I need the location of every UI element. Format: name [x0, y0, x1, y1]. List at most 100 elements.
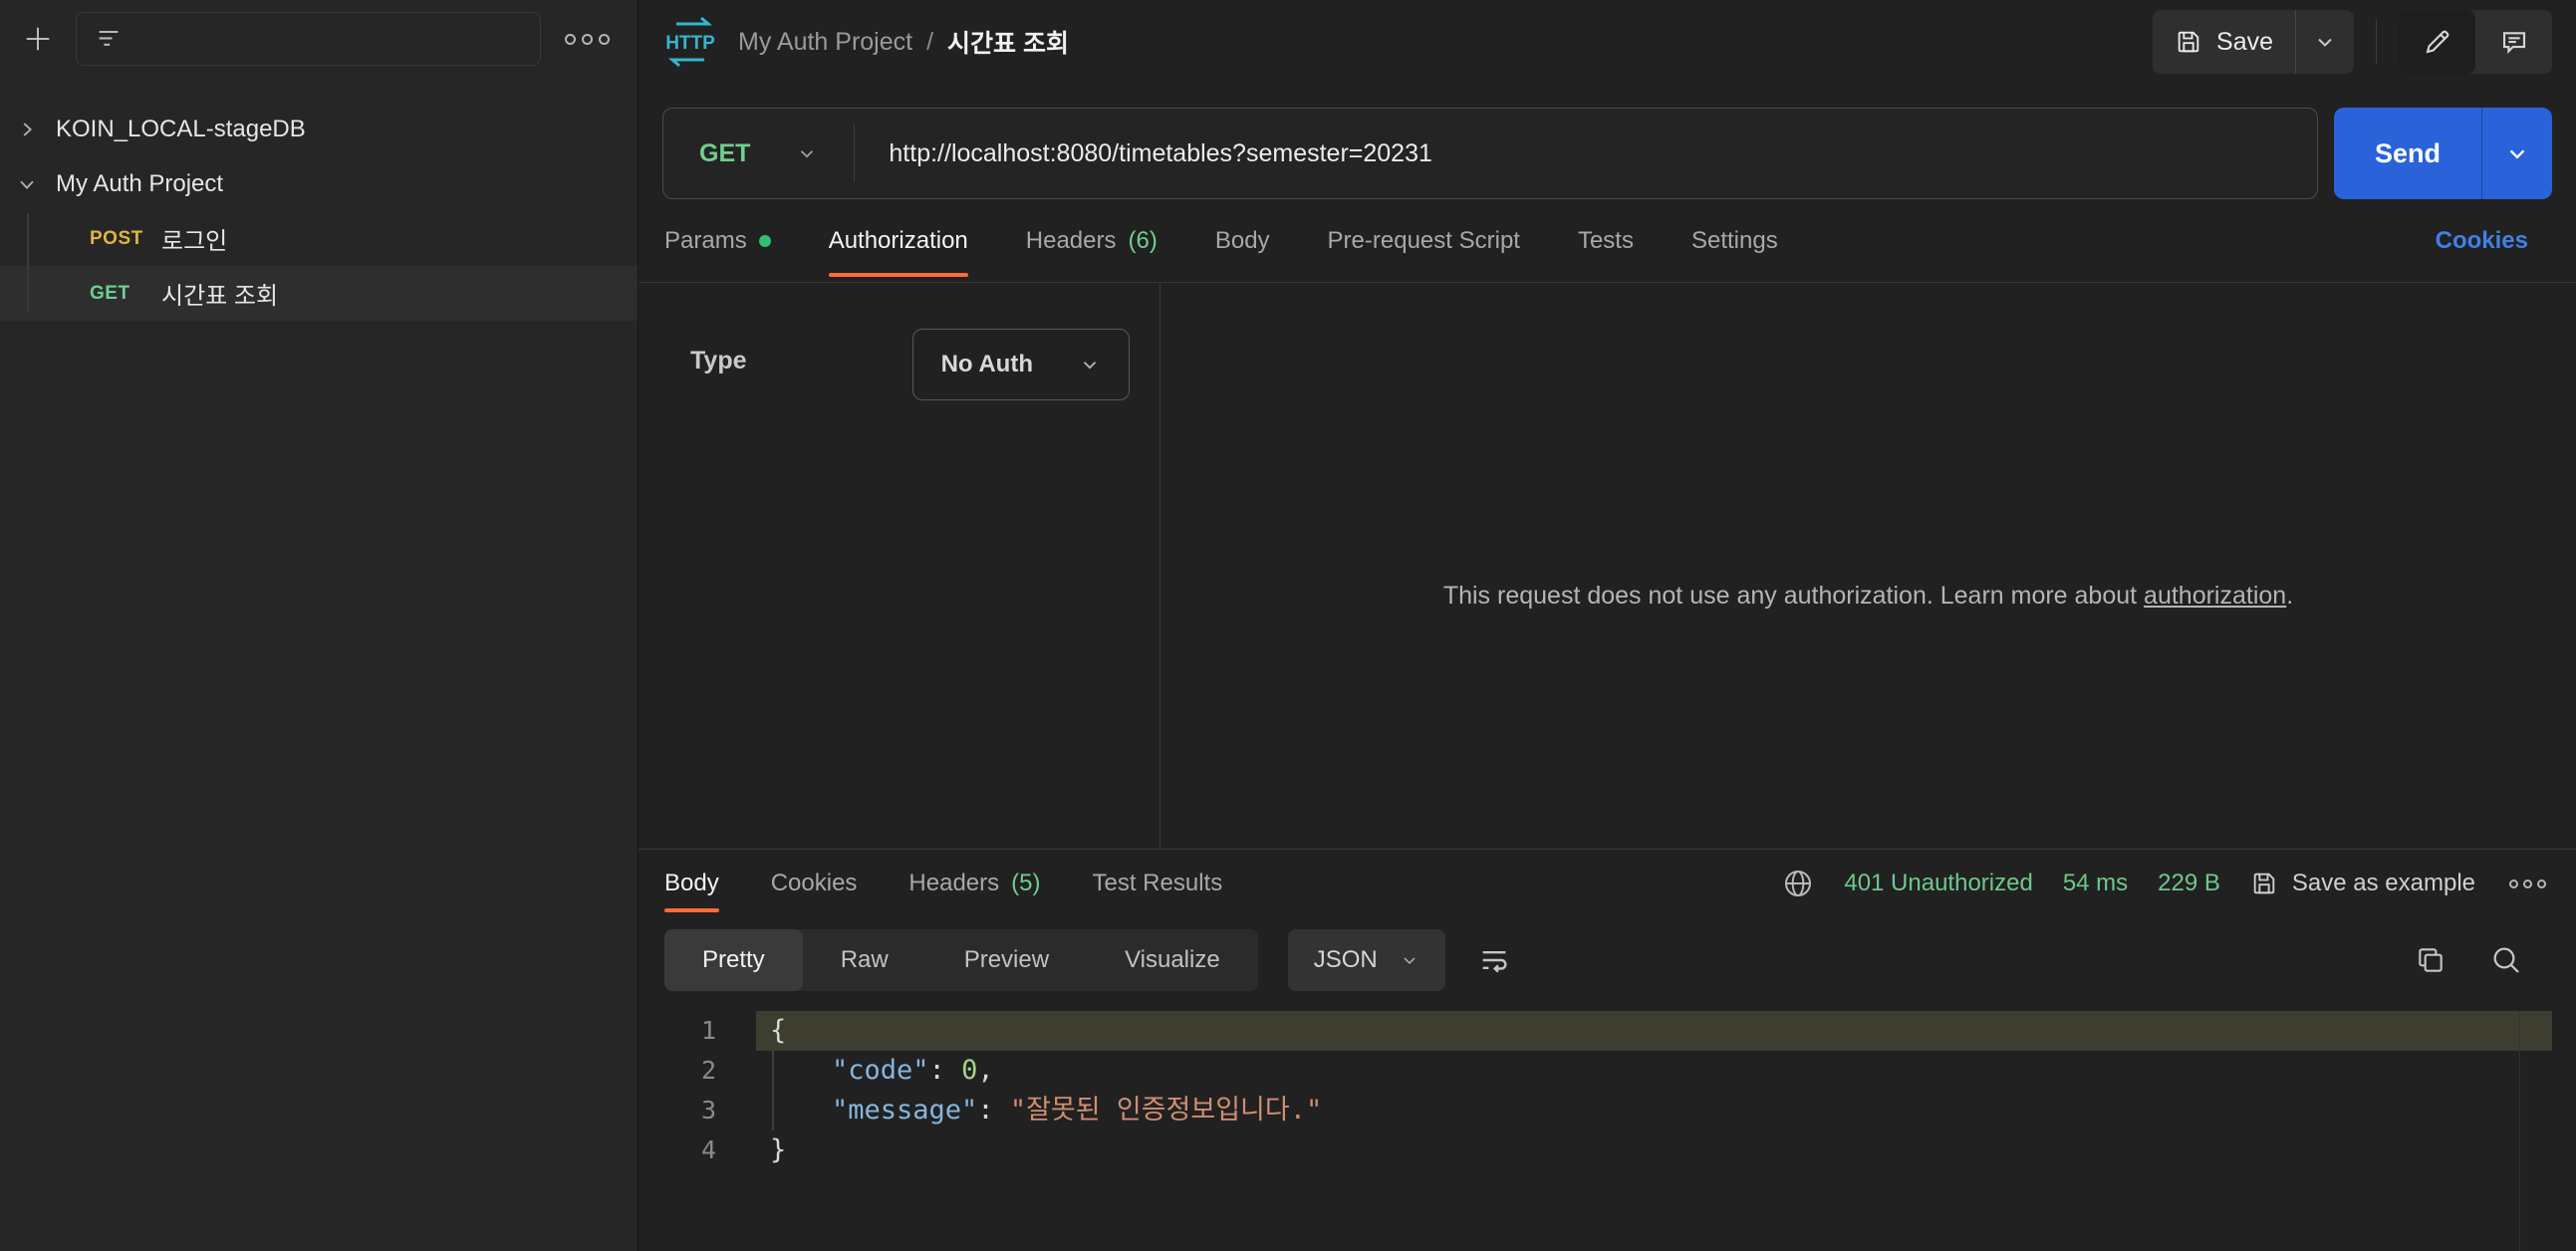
url-box: GET http://localhost:8080/timetables?sem…	[662, 108, 2318, 199]
tab-body[interactable]: Body	[1215, 199, 1270, 282]
tab-response-body[interactable]: Body	[664, 850, 719, 917]
wrap-lines-button[interactable]	[1477, 943, 1511, 977]
response-more-button[interactable]	[2505, 879, 2550, 888]
method-badge-post: POST	[90, 228, 145, 250]
view-mode-raw[interactable]: Raw	[803, 929, 926, 991]
sidebar-item-request[interactable]: POST 로그인	[0, 211, 638, 266]
response-body-viewer[interactable]: 1 { 2 "code": 0, 3 "message": "잘못된 인증정보입…	[639, 1003, 2576, 1251]
sidebar-header	[0, 0, 638, 76]
divider	[2376, 19, 2377, 65]
tab-settings[interactable]: Settings	[1691, 199, 1778, 282]
save-button-group: Save	[2153, 10, 2354, 74]
auth-type-select[interactable]: No Auth	[912, 329, 1130, 400]
tab-response-headers[interactable]: Headers (5)	[908, 850, 1040, 917]
send-options-button[interactable]	[2482, 108, 2552, 199]
code-line: 4 }	[639, 1130, 2576, 1170]
params-dot-indicator	[759, 235, 771, 247]
save-as-example-button[interactable]: Save as example	[2250, 870, 2475, 897]
url-builder-row: GET http://localhost:8080/timetables?sem…	[639, 108, 2576, 199]
authorization-panel: Type No Auth This request does not use a…	[639, 283, 2576, 849]
tab-params[interactable]: Params	[664, 199, 771, 282]
language-select[interactable]: JSON	[1288, 929, 1445, 991]
line-number: 3	[639, 1091, 756, 1130]
copy-button[interactable]	[2415, 944, 2447, 976]
line-number: 4	[639, 1130, 756, 1170]
collection-children: POST 로그인 GET 시간표 조회	[0, 211, 638, 321]
response-meta: 401 Unauthorized 54 ms 229 B Save as exa…	[1782, 868, 2550, 899]
more-icon	[2537, 879, 2546, 888]
svg-text:HTTP: HTTP	[665, 33, 715, 54]
breadcrumb: My Auth Project / 시간표 조회	[738, 24, 1069, 60]
more-icon	[599, 34, 610, 45]
wrap-icon	[1477, 943, 1511, 977]
authorization-link[interactable]: authorization	[2144, 582, 2286, 610]
line-number: 1	[639, 1011, 756, 1051]
code-line: 1 {	[639, 1011, 2576, 1051]
new-button[interactable]	[16, 17, 60, 61]
auth-type-column: Type No Auth	[639, 283, 1159, 849]
auth-empty-message: This request does not use any authorizat…	[1443, 582, 2293, 611]
edit-button[interactable]	[2399, 10, 2475, 74]
code-line: 2 "code": 0,	[639, 1051, 2576, 1091]
view-mode-switcher: Pretty Raw Preview Visualize	[664, 929, 1258, 991]
chevron-down-icon	[2504, 140, 2530, 166]
more-icon	[565, 34, 576, 45]
request-workspace: HTTP My Auth Project / 시간표 조회 Save	[639, 0, 2576, 1251]
save-options-button[interactable]	[2296, 10, 2354, 74]
code-line: 3 "message": "잘못된 인증정보입니다."	[639, 1091, 2576, 1130]
more-icon	[582, 34, 593, 45]
sidebar-item-collection[interactable]: My Auth Project	[0, 156, 638, 211]
comments-button[interactable]	[2475, 10, 2552, 74]
view-mode-visualize[interactable]: Visualize	[1087, 929, 1258, 991]
tab-headers[interactable]: Headers (6)	[1026, 199, 1158, 282]
method-badge-get: GET	[90, 283, 145, 305]
request-label: 로그인	[161, 221, 227, 256]
response-time[interactable]: 54 ms	[2063, 870, 2128, 897]
response-size[interactable]: 229 B	[2158, 870, 2220, 897]
view-mode-pretty[interactable]: Pretty	[664, 929, 803, 991]
tab-test-results[interactable]: Test Results	[1092, 850, 1222, 917]
sidebar-more-button[interactable]	[557, 34, 618, 45]
breadcrumb-separator: /	[926, 28, 933, 57]
plus-icon	[23, 24, 53, 54]
comments-icon	[2499, 27, 2529, 57]
tab-response-cookies[interactable]: Cookies	[771, 850, 858, 917]
http-icon: HTTP	[662, 16, 718, 68]
breadcrumb-parent[interactable]: My Auth Project	[738, 28, 912, 57]
sidebar-item-collection[interactable]: KOIN_LOCAL-stageDB	[0, 102, 638, 156]
save-button[interactable]: Save	[2153, 10, 2295, 74]
chevron-down-icon	[1079, 354, 1101, 375]
sidebar-search-input[interactable]	[76, 12, 541, 66]
sidebar: KOIN_LOCAL-stageDB My Auth Project POST …	[0, 0, 639, 1251]
auth-empty-state: This request does not use any authorizat…	[1160, 283, 2576, 849]
send-button-group: Send	[2334, 108, 2552, 199]
language-value: JSON	[1314, 946, 1378, 974]
url-input[interactable]: http://localhost:8080/timetables?semeste…	[855, 139, 1465, 168]
send-button[interactable]: Send	[2334, 108, 2481, 199]
response-viewer-toolbar: Pretty Raw Preview Visualize JSON	[639, 917, 2576, 1003]
collection-label: KOIN_LOCAL-stageDB	[56, 116, 306, 143]
sidebar-item-request-selected[interactable]: GET 시간표 조회	[0, 266, 638, 321]
line-number: 2	[639, 1051, 756, 1091]
more-icon	[2509, 879, 2518, 888]
save-icon	[2250, 870, 2278, 897]
view-mode-preview[interactable]: Preview	[926, 929, 1087, 991]
cookies-link[interactable]: Cookies	[2436, 227, 2550, 255]
tab-pre-request-script[interactable]: Pre-request Script	[1328, 199, 1520, 282]
headers-count: (6)	[1129, 227, 1158, 255]
search-button[interactable]	[2490, 944, 2522, 976]
tab-tests[interactable]: Tests	[1578, 199, 1634, 282]
copy-icon	[2415, 944, 2447, 976]
tab-authorization[interactable]: Authorization	[829, 199, 968, 282]
chevron-right-icon	[16, 119, 38, 140]
request-label: 시간표 조회	[161, 276, 278, 311]
header-icon-group	[2399, 10, 2552, 74]
chevron-down-icon	[796, 142, 818, 164]
response-section: Body Cookies Headers (5) Test Results	[639, 849, 2576, 1251]
status-badge[interactable]: 401 Unauthorized	[1844, 870, 2032, 897]
auth-type-label: Type	[690, 347, 747, 375]
breadcrumb-current: 시간표 조회	[947, 24, 1069, 60]
collection-tree: KOIN_LOCAL-stageDB My Auth Project POST …	[0, 76, 638, 321]
method-select[interactable]: GET	[663, 109, 854, 198]
app-root: KOIN_LOCAL-stageDB My Auth Project POST …	[0, 0, 2576, 1251]
